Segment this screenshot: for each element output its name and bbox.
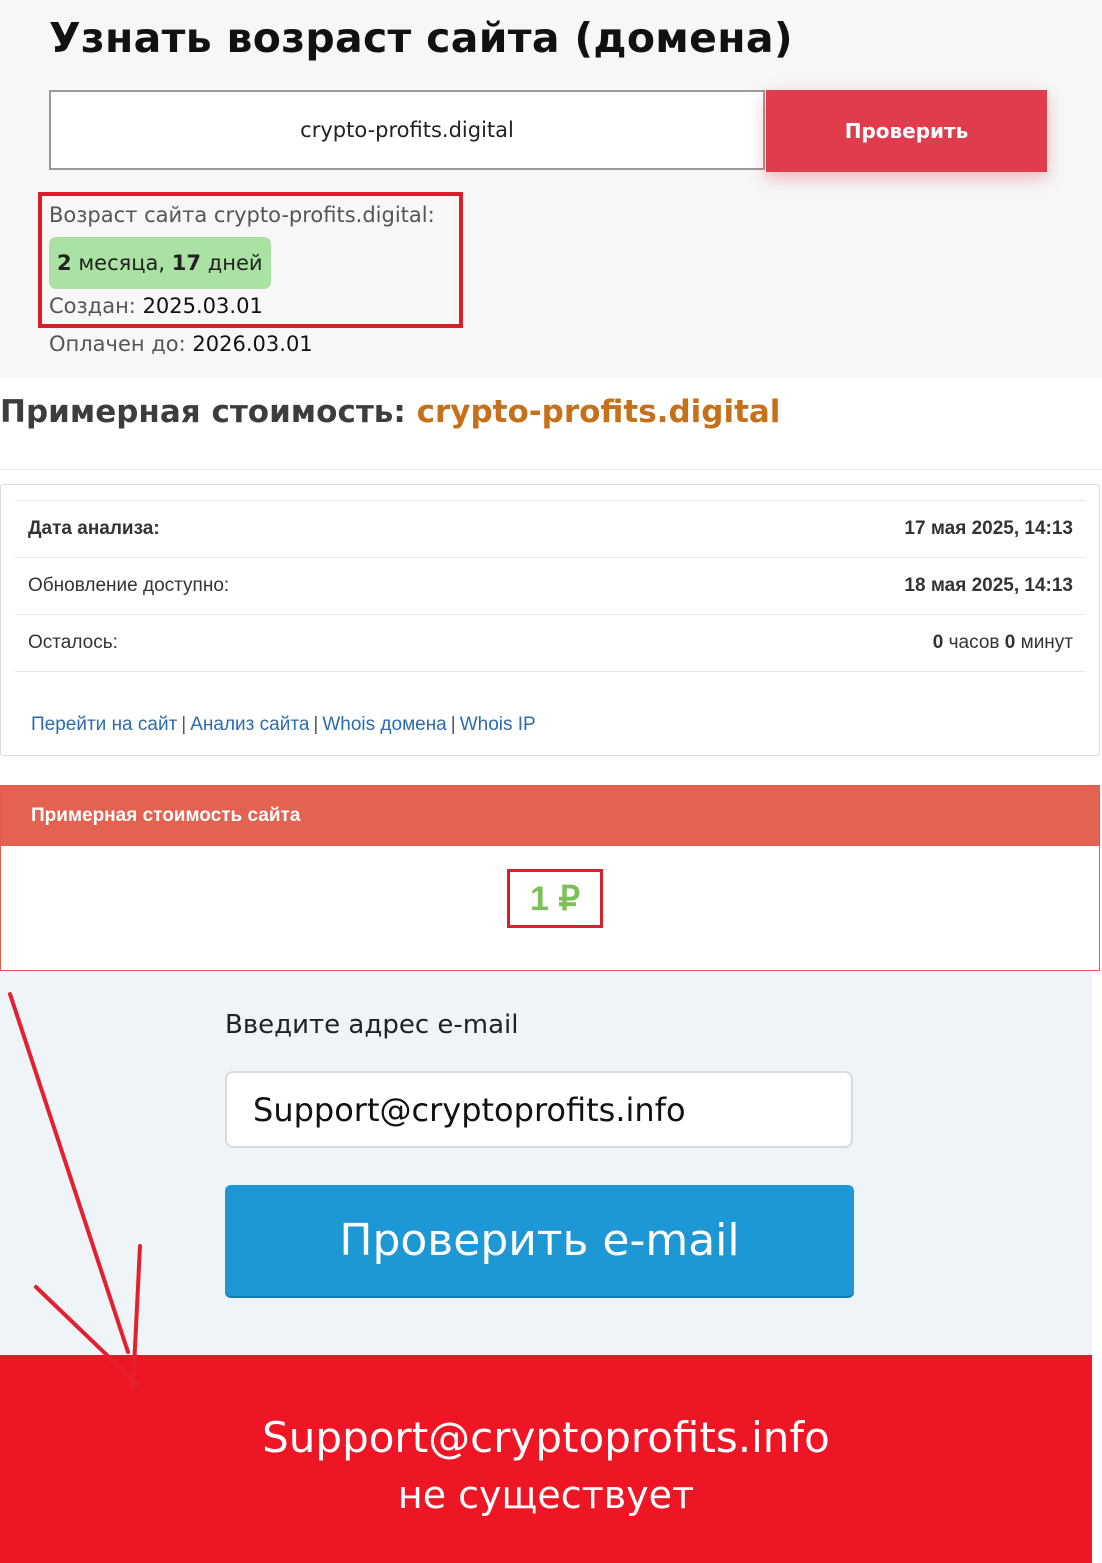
- analysis-date-value: 17 мая 2025, 14:13: [904, 518, 1073, 539]
- table-row: Обновление доступно: 18 мая 2025, 14:13: [15, 558, 1085, 615]
- email-result-banner: Support@cryptoprofits.info не существует: [0, 1355, 1092, 1563]
- domain-age-section: Узнать возраст сайта (домена) Проверить …: [0, 0, 1102, 378]
- email-check-section: Введите адрес e-mail Проверить e-mail: [0, 971, 1092, 1355]
- link-separator: |: [181, 714, 187, 735]
- created-label: Создан:: [49, 294, 136, 318]
- table-row: Дата анализа: 17 мая 2025, 14:13: [15, 501, 1085, 558]
- remaining-minutes: 0: [1004, 632, 1016, 653]
- update-available-value: 18 мая 2025, 14:13: [904, 575, 1073, 596]
- site-value-amount: 1 ₽: [507, 869, 603, 928]
- result-email: Support@cryptoprofits.info: [262, 1413, 830, 1462]
- remaining-minutes-word: минут: [1020, 632, 1073, 653]
- remaining-label: Осталось:: [28, 632, 118, 653]
- age-label: Возраст сайта crypto-profits.digital:: [49, 203, 435, 227]
- whois-ip-link[interactable]: Whois IP: [460, 714, 536, 735]
- paid-line: Оплачен до: 2026.03.01: [49, 332, 313, 356]
- table-row: Осталось: 0 часов 0 минут: [15, 615, 1085, 672]
- email-label: Введите адрес e-mail: [225, 1010, 519, 1040]
- paid-value: 2026.03.01: [192, 332, 313, 356]
- age-months-word: месяца,: [78, 251, 166, 275]
- go-to-site-link[interactable]: Перейти на сайт: [31, 714, 177, 735]
- created-value: 2025.03.01: [142, 294, 263, 318]
- divider: [0, 469, 1102, 470]
- result-text: не существует: [397, 1473, 695, 1517]
- domain-input[interactable]: [49, 90, 765, 170]
- age-months: 2: [57, 251, 72, 275]
- remaining-value: 0 часов 0 минут: [933, 615, 1073, 671]
- update-available-label: Обновление доступно:: [28, 575, 230, 596]
- info-links: Перейти на сайт | Анализ сайта | Whois домен…: [31, 714, 536, 736]
- link-separator: |: [313, 714, 319, 735]
- analysis-info-table: Дата анализа: 17 мая 2025, 14:13 Обновле…: [0, 484, 1100, 756]
- check-email-button[interactable]: Проверить e-mail: [225, 1185, 854, 1296]
- cost-title-domain: crypto-profits.digital: [416, 394, 781, 430]
- page-title: Узнать возраст сайта (домена): [49, 14, 793, 62]
- created-line: Создан: 2025.03.01: [49, 294, 263, 318]
- cost-title: Примерная стоимость: crypto-profits.digi…: [0, 394, 780, 430]
- paid-label: Оплачен до:: [49, 332, 186, 356]
- check-domain-button[interactable]: Проверить: [766, 90, 1047, 172]
- age-days: 17: [171, 251, 202, 275]
- analysis-date-label: Дата анализа:: [28, 518, 160, 539]
- cost-title-prefix: Примерная стоимость:: [0, 394, 406, 430]
- site-value-header: Примерная стоимость сайта: [1, 786, 1099, 846]
- site-value-card: Примерная стоимость сайта 1 ₽: [0, 785, 1100, 971]
- site-analysis-link[interactable]: Анализ сайта: [190, 714, 309, 735]
- link-separator: |: [450, 714, 456, 735]
- remaining-hours-word: часов: [948, 632, 1000, 653]
- remaining-hours: 0: [932, 632, 944, 653]
- whois-domain-link[interactable]: Whois домена: [322, 714, 446, 735]
- email-input[interactable]: [225, 1071, 853, 1148]
- age-days-word: дней: [207, 251, 263, 275]
- age-badge: 2 месяца, 17 дней: [49, 237, 271, 289]
